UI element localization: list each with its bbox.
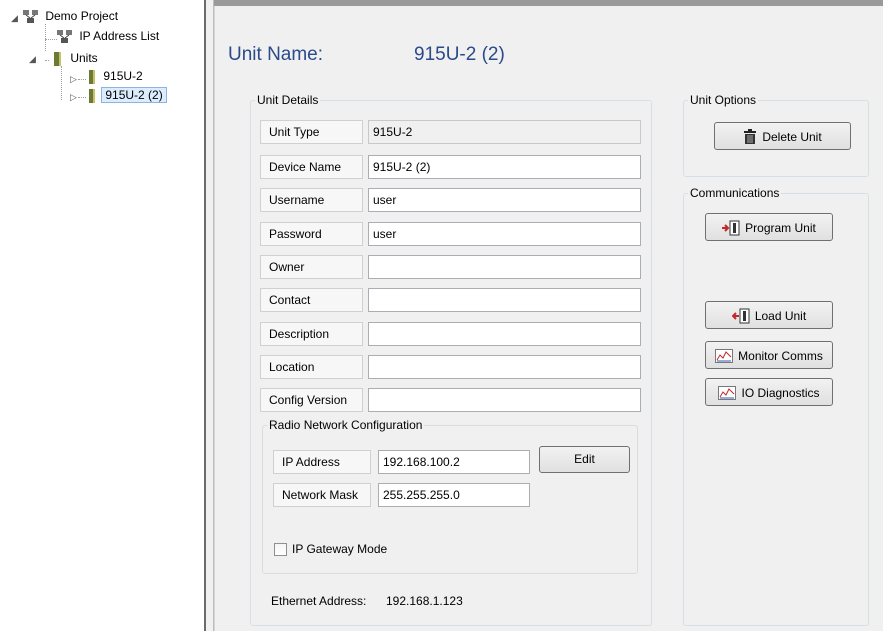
location-field[interactable] — [368, 355, 641, 379]
load-unit-button[interactable]: Load Unit — [705, 301, 833, 329]
tree-label: Demo Project — [45, 9, 119, 24]
description-label: Description — [260, 322, 363, 346]
device-name-field[interactable]: 915U-2 (2) — [368, 155, 641, 179]
expand-triangle-icon[interactable]: ▷ — [70, 92, 77, 102]
tree-label: 915U-2 — [103, 69, 143, 84]
tree-line — [45, 60, 49, 61]
location-label: Location — [260, 355, 363, 379]
username-label: Username — [260, 188, 363, 212]
delete-unit-label: Delete Unit — [762, 129, 822, 144]
collapse-triangle-icon[interactable]: ◢ — [11, 13, 18, 23]
tree-item-units[interactable]: Units — [51, 50, 100, 67]
edit-button[interactable]: Edit — [539, 446, 630, 473]
ip-gateway-mode-label: IP Gateway Mode — [292, 542, 388, 556]
tree-item-ip-address-list[interactable]: IP Address List — [56, 28, 161, 45]
tree-label-selected: 915U-2 (2) — [101, 87, 167, 104]
program-unit-button[interactable]: Program Unit — [705, 213, 833, 241]
io-diagnostics-label: IO Diagnostics — [741, 385, 820, 400]
config-version-field[interactable] — [368, 388, 641, 412]
password-label: Password — [260, 222, 363, 246]
unit-type-label: Unit Type — [260, 120, 363, 144]
program-unit-label: Program Unit — [745, 220, 816, 235]
io-diagnostics-button[interactable]: IO Diagnostics — [705, 378, 833, 406]
ethernet-address-label: Ethernet Address: — [271, 594, 367, 608]
tree-item-unit-915u-2-2[interactable]: 915U-2 (2) — [86, 87, 167, 104]
unit-details-legend: Unit Details — [257, 93, 319, 107]
owner-field[interactable] — [368, 255, 641, 279]
tree-label: IP Address List — [79, 29, 160, 44]
load-from-device-icon — [731, 308, 750, 324]
tree-item-unit-915u-2[interactable]: 915U-2 — [86, 68, 145, 85]
ethernet-address-value: 192.168.1.123 — [386, 594, 463, 608]
tree-line — [78, 97, 86, 98]
tree-line — [45, 24, 46, 51]
contact-label: Contact — [260, 288, 363, 312]
unit-options-legend: Unit Options — [690, 93, 757, 107]
splitter-bar[interactable] — [206, 0, 213, 631]
collapse-triangle-icon[interactable]: ◢ — [29, 54, 36, 64]
unit-device-icon — [89, 69, 95, 84]
chart-diagnostics-icon — [718, 385, 737, 400]
unit-name-caption: Unit Name: — [228, 44, 324, 65]
network-mask-label: Network Mask — [273, 483, 371, 507]
unit-type-field: 915U-2 — [368, 120, 641, 144]
unit-device-icon — [89, 88, 95, 103]
owner-label: Owner — [260, 255, 363, 279]
radio-network-legend: Radio Network Configuration — [269, 418, 423, 432]
config-version-label: Config Version — [260, 388, 363, 412]
password-field[interactable]: user — [368, 222, 641, 246]
network-project-icon — [23, 9, 38, 23]
monitor-comms-label: Monitor Comms — [738, 348, 823, 363]
chart-monitor-icon — [715, 348, 734, 363]
unit-name-value: 915U-2 (2) — [414, 44, 505, 65]
monitor-comms-button[interactable]: Monitor Comms — [705, 341, 833, 369]
contact-field[interactable] — [368, 288, 641, 312]
project-tree[interactable]: ◢ Demo Project IP Address List ◢ Units ▷… — [8, 4, 204, 631]
communications-group: Communications — [683, 186, 869, 626]
ip-gateway-mode-checkbox[interactable] — [274, 543, 287, 556]
tree-line — [61, 66, 62, 100]
trash-icon — [744, 128, 757, 144]
unit-device-icon — [54, 51, 61, 66]
network-list-icon — [57, 29, 72, 43]
username-field[interactable]: user — [368, 188, 641, 212]
ip-address-label: IP Address — [273, 450, 371, 474]
ip-address-field[interactable]: 192.168.100.2 — [378, 450, 530, 474]
device-name-label: Device Name — [260, 155, 363, 179]
tree-item-demo-project[interactable]: Demo Project — [22, 8, 120, 25]
tree-line — [78, 79, 86, 80]
network-mask-field[interactable]: 255.255.255.0 — [378, 483, 530, 507]
load-unit-label: Load Unit — [754, 308, 807, 323]
description-field[interactable] — [368, 322, 641, 346]
communications-legend: Communications — [690, 186, 780, 200]
expand-triangle-icon[interactable]: ▷ — [70, 74, 77, 84]
delete-unit-button[interactable]: Delete Unit — [714, 122, 851, 150]
tree-label: Units — [70, 51, 98, 66]
program-to-device-icon — [722, 220, 740, 236]
